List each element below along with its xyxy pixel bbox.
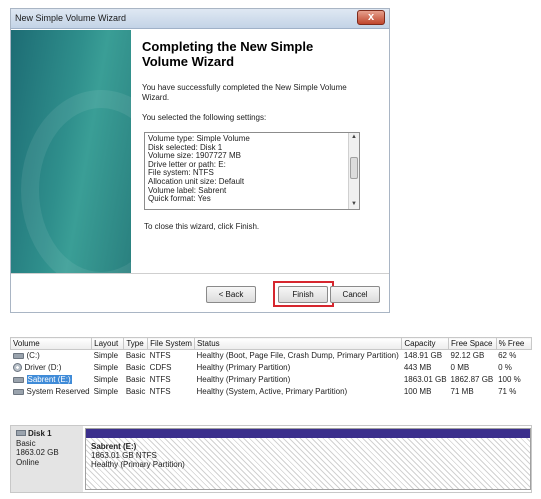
settings-summary-box[interactable]: Volume type: Simple Volume Disk selected… <box>144 132 360 210</box>
heading-line-1: Completing the New Simple <box>142 39 314 54</box>
volume-list-header: Volume Layout Type File System Status Ca… <box>9 337 533 350</box>
col-volume[interactable]: Volume <box>9 337 93 350</box>
status-cell: Healthy (System, Active, Primary Partiti… <box>196 387 348 396</box>
fs-cell: NTFS <box>149 375 171 384</box>
col-free-space[interactable]: Free Space <box>448 337 497 350</box>
volume-cell: Sabrent (E:) <box>11 374 92 386</box>
col-type[interactable]: Type <box>123 337 149 350</box>
fs-cell: CDFS <box>149 363 172 372</box>
volume-row[interactable]: Driver (D:) Simple Basic CDFS Healthy (P… <box>11 362 532 374</box>
wizard-window: New Simple Volume Wizard x Completing th… <box>10 8 390 313</box>
volume-row[interactable]: Sabrent (E:) Simple Basic NTFS Healthy (… <box>11 374 532 386</box>
volume-cell: Driver (D:) <box>11 362 92 374</box>
pct-cell: 62 % <box>498 351 517 361</box>
disk-name: Disk 1 <box>28 429 52 438</box>
layout-cell: Simple <box>93 375 119 384</box>
col-capacity[interactable]: Capacity <box>401 337 450 350</box>
disk-size: 1863.02 GB <box>16 448 59 457</box>
success-line-1: You have successfully completed the New … <box>142 83 347 92</box>
type-cell: Basic <box>125 363 146 372</box>
free-cell: 92.12 GB <box>450 351 485 361</box>
volume-list: Volume Layout Type File System Status Ca… <box>9 337 533 398</box>
cancel-button[interactable]: Cancel <box>330 286 380 303</box>
volume-name: System Reserved <box>26 387 90 396</box>
pct-cell: 71 % <box>498 387 517 396</box>
capacity-cell: 1863.01 GB <box>403 375 447 384</box>
col-file-system[interactable]: File System <box>147 337 195 350</box>
pct-cell: 0 % <box>498 363 512 372</box>
scroll-down-arrow-icon[interactable]: ▼ <box>349 200 359 209</box>
layout-cell: Simple <box>93 363 119 372</box>
wizard-banner-image <box>11 30 181 290</box>
status-cell: Healthy (Primary Partition) <box>196 363 291 372</box>
free-cell: 71 MB <box>450 387 474 396</box>
volume-name: (C:) <box>26 351 40 361</box>
capacity-cell: 443 MB <box>403 363 432 372</box>
layout-cell: Simple <box>93 387 119 396</box>
disk-icon <box>16 430 26 436</box>
volume-name: Sabrent (E:) <box>26 375 72 384</box>
free-cell: 0 MB <box>450 363 470 372</box>
disk-state: Online <box>16 457 40 467</box>
disk-row[interactable]: Disk 1 Basic 1863.02 GB Online Sabrent (… <box>10 425 532 493</box>
drive-icon <box>12 388 24 395</box>
col-layout[interactable]: Layout <box>91 337 125 350</box>
settings-list: Volume type: Simple Volume Disk selected… <box>148 134 348 204</box>
volume-cell: (C:) <box>11 350 92 362</box>
type-cell: Basic <box>125 375 146 384</box>
settings-scrollbar[interactable]: ▲ ▼ <box>348 133 359 209</box>
scroll-up-arrow-icon[interactable]: ▲ <box>349 133 359 142</box>
drive-icon <box>12 353 24 360</box>
back-button[interactable]: < Back <box>206 286 256 303</box>
partition-size: 1863.01 GB NTFS <box>91 451 157 460</box>
finish-button[interactable]: Finish <box>278 286 328 303</box>
volume-row[interactable]: (C:) Simple Basic NTFS Healthy (Boot, Pa… <box>11 350 532 362</box>
disk-name-line: Disk 1 <box>16 429 78 439</box>
col-percent-free[interactable]: % Free <box>495 337 533 350</box>
partition-block[interactable]: Sabrent (E:) 1863.01 GB NTFS Healthy (Pr… <box>85 428 531 490</box>
col-status[interactable]: Status <box>193 337 403 350</box>
fs-cell: NTFS <box>149 351 171 361</box>
title-bar: New Simple Volume Wizard x <box>11 9 389 29</box>
type-cell: Basic <box>125 387 146 396</box>
volume-name: Driver (D:) <box>24 362 62 372</box>
volume-cell: System Reserved <box>11 386 92 398</box>
close-icon[interactable]: x <box>357 10 385 25</box>
footer-divider <box>11 273 389 274</box>
close-instruction: To close this wizard, click Finish. <box>144 222 260 231</box>
cd-icon <box>12 363 22 373</box>
disk-type: Basic <box>16 438 36 448</box>
status-cell: Healthy (Boot, Page File, Crash Dump, Pr… <box>196 351 399 361</box>
settings-intro: You selected the following settings: <box>142 113 267 122</box>
window-title: New Simple Volume Wizard <box>15 13 127 23</box>
status-cell: Healthy (Primary Partition) <box>196 375 291 384</box>
layout-cell: Simple <box>93 351 119 361</box>
capacity-cell: 100 MB <box>403 387 432 396</box>
success-message: You have successfully completed the New … <box>142 83 382 103</box>
success-line-2: Wizard. <box>142 93 170 102</box>
free-cell: 1862.87 GB <box>450 375 494 384</box>
capacity-cell: 148.91 GB <box>403 351 443 361</box>
partition-name: Sabrent (E:) <box>91 442 137 451</box>
disk-info[interactable]: Disk 1 Basic 1863.02 GB Online <box>11 426 83 492</box>
setting-line: Quick format: Yes <box>148 194 211 204</box>
pct-cell: 100 % <box>498 375 521 384</box>
partition-color-bar <box>86 429 530 438</box>
heading-line-2: Volume Wizard <box>142 54 235 69</box>
partition-body: Sabrent (E:) 1863.01 GB NTFS Healthy (Pr… <box>86 438 530 489</box>
type-cell: Basic <box>125 351 146 361</box>
scroll-thumb[interactable] <box>350 157 358 179</box>
drive-icon <box>12 376 24 383</box>
partition-status: Healthy (Primary Partition) <box>91 460 185 469</box>
volume-row[interactable]: System Reserved Simple Basic NTFS Health… <box>11 386 532 398</box>
wizard-heading: Completing the New Simple Volume Wizard <box>142 39 382 69</box>
wizard-content: Completing the New Simple Volume Wizard … <box>142 39 382 123</box>
fs-cell: NTFS <box>149 387 171 396</box>
